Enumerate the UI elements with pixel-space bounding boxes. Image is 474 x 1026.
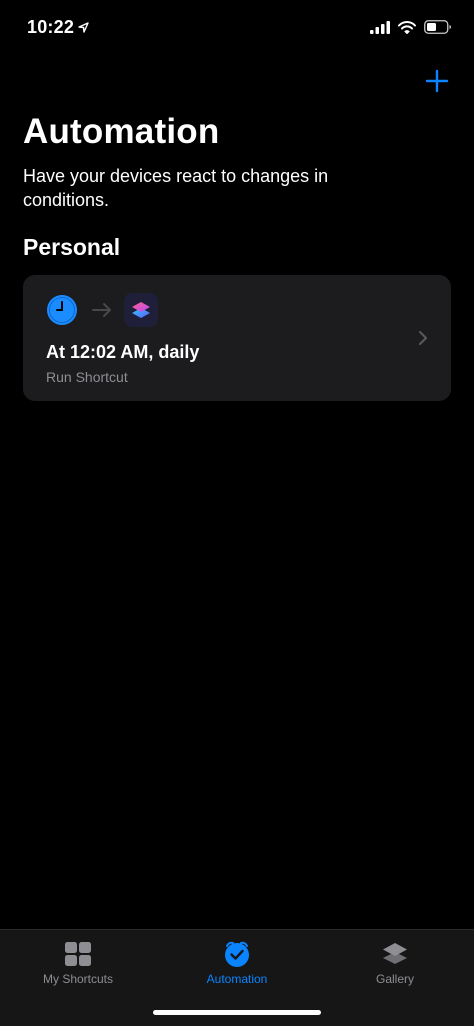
shortcuts-logo-icon bbox=[132, 302, 150, 318]
tab-my-shortcuts[interactable]: My Shortcuts bbox=[8, 940, 148, 986]
tab-automation[interactable]: Automation bbox=[167, 940, 307, 986]
add-automation-button[interactable] bbox=[424, 68, 450, 94]
automation-subtitle: Run Shortcut bbox=[46, 369, 128, 385]
arrow-right-icon bbox=[92, 303, 111, 317]
status-right-icons bbox=[370, 20, 452, 34]
location-arrow-icon bbox=[78, 22, 89, 33]
chevron-right-icon bbox=[419, 331, 427, 345]
page-title: Automation bbox=[23, 112, 220, 151]
clock-check-icon bbox=[225, 941, 249, 967]
battery-icon bbox=[424, 20, 451, 34]
section-title-personal: Personal bbox=[23, 234, 121, 260]
status-time: 10:22 bbox=[27, 17, 89, 38]
plus-icon bbox=[425, 69, 449, 93]
tab-gallery[interactable]: Gallery bbox=[325, 940, 465, 986]
tab-label-my-shortcuts: My Shortcuts bbox=[42, 972, 114, 986]
automation-title: At 12:02 AM, daily bbox=[46, 342, 200, 362]
automation-card[interactable]: At 12:02 AM, daily Run Shortcut bbox=[23, 275, 451, 401]
page-subtitle: Have your devices react to changes in co… bbox=[23, 166, 329, 210]
tab-label-gallery: Gallery bbox=[375, 972, 414, 986]
clock-icon bbox=[47, 295, 77, 325]
layers-icon bbox=[383, 943, 407, 964]
grid-icon bbox=[65, 942, 91, 966]
wifi-icon bbox=[398, 20, 416, 34]
automation-icons bbox=[46, 293, 158, 327]
signal-bars-icon bbox=[370, 20, 390, 34]
home-indicator bbox=[153, 1010, 321, 1015]
status-time-text: 10:22 bbox=[27, 17, 75, 37]
shortcuts-app-icon bbox=[124, 293, 158, 327]
status-bar: 10:22 bbox=[0, 0, 474, 56]
tab-label-automation: Automation bbox=[206, 972, 268, 986]
